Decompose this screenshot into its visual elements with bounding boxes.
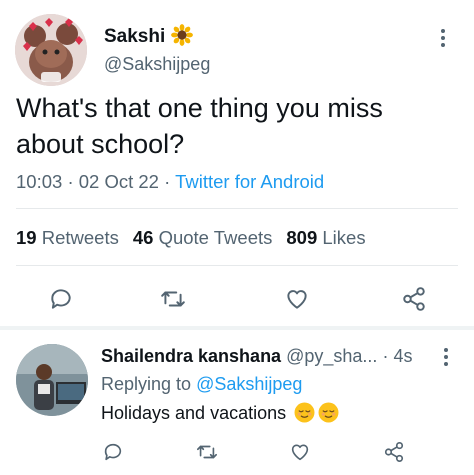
reply-icon[interactable]	[48, 286, 74, 312]
relieved-face-emoji-icon	[318, 402, 339, 423]
likes-label: Likes	[322, 227, 366, 248]
meta-separator: ·	[67, 171, 74, 192]
replying-to-handle[interactable]: @Sakshijpeg	[196, 374, 302, 394]
retweets-count: 19	[16, 227, 37, 248]
divider	[16, 208, 458, 209]
section-divider	[0, 326, 474, 330]
reply-retweet-icon[interactable]	[196, 441, 218, 463]
engagement-stats: 19 Retweets 46 Quote Tweets 809 Likes	[16, 226, 366, 250]
sunflower-emoji-icon	[171, 24, 194, 53]
likes-count: 809	[286, 227, 318, 248]
reply-avatar-photo	[16, 344, 88, 416]
like-icon[interactable]	[284, 286, 310, 312]
reply-share-icon[interactable]	[383, 441, 405, 463]
quote-tweets-label: Quote Tweets	[158, 227, 273, 248]
retweet-icon[interactable]	[160, 286, 186, 312]
reply-author-name[interactable]: Shailendra kanshana	[101, 346, 281, 366]
reply-reply-icon[interactable]	[102, 441, 124, 463]
likes-stat[interactable]: 809 Likes	[286, 227, 365, 248]
relieved-face-emoji-icon	[294, 402, 315, 423]
tweet-source-link[interactable]: Twitter for Android	[175, 171, 324, 192]
tweet-metadata: 10:03 · 02 Oct 22 · Twitter for Android	[16, 170, 324, 194]
quote-tweets-count: 46	[132, 227, 154, 248]
author-handle[interactable]: @Sakshijpeg	[104, 52, 210, 76]
share-icon[interactable]	[401, 286, 427, 312]
reply-more-options-icon[interactable]	[443, 347, 449, 367]
reply-time-separator: ·	[382, 346, 389, 366]
reply-text: Holidays and vacations	[101, 401, 339, 425]
avatar-illustration	[15, 14, 87, 86]
quote-tweets-stat[interactable]: 46 Quote Tweets	[133, 227, 273, 248]
reply-header: Shailendra kanshana @py_sha... · 4s	[101, 344, 412, 368]
divider	[16, 265, 458, 266]
more-options-icon[interactable]	[440, 28, 446, 48]
retweets-label: Retweets	[41, 227, 119, 248]
replying-to-line: Replying to @Sakshijpeg	[101, 372, 302, 396]
replying-to-prefix: Replying to	[101, 374, 192, 394]
meta-separator: ·	[164, 171, 171, 192]
reply-author-handle[interactable]: @py_sha...	[286, 346, 377, 366]
reply-author-avatar[interactable]	[16, 344, 88, 416]
tweet-time: 10:03	[16, 171, 63, 192]
reply-like-icon[interactable]	[289, 441, 311, 463]
reply-text-content: Holidays and vacations	[101, 403, 287, 423]
author-name-text[interactable]: Sakshi	[104, 26, 165, 47]
tweet-date: 02 Oct 22	[78, 171, 159, 192]
author-avatar[interactable]	[15, 14, 87, 86]
tweet-text: What's that one thing you miss about sch…	[16, 93, 383, 159]
reply-time: 4s	[393, 346, 413, 366]
retweets-stat[interactable]: 19 Retweets	[16, 227, 119, 248]
author-name[interactable]: Sakshi	[104, 24, 194, 53]
